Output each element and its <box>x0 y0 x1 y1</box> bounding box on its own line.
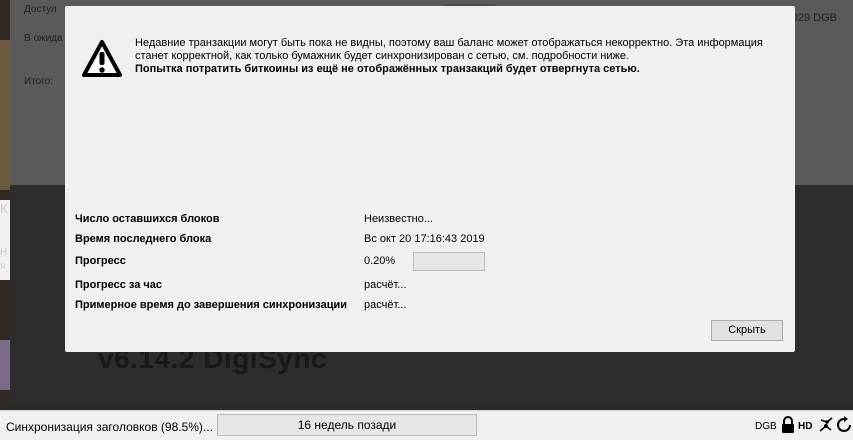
row-label: Прогресс за час <box>75 279 163 291</box>
row-value: расчёт... <box>364 299 407 311</box>
sync-icon <box>837 416 851 432</box>
progress-row: Прогресс 0.20% <box>75 252 495 272</box>
side-letter-2: Ня <box>0 247 8 272</box>
estimated-time-row: Примерное время до завершения синхрониза… <box>75 296 495 316</box>
row-label: Примерное время до завершения синхрониза… <box>75 299 347 311</box>
network-icon[interactable] <box>818 416 834 434</box>
row-label: Время последнего блока <box>75 233 212 245</box>
side-letter: К <box>0 201 8 216</box>
remaining-blocks-row: Число оставшихся блоков Неизвестно... <box>75 210 495 230</box>
row-value: расчёт... <box>364 279 407 291</box>
hd-icon: HD <box>798 421 813 432</box>
balance-amount: 029 DGB <box>791 12 837 24</box>
progress-bar <box>413 252 485 271</box>
lock-icon[interactable] <box>780 416 796 434</box>
unit-selector[interactable]: DGB <box>755 421 777 432</box>
row-value: Неизвестно... <box>364 213 433 225</box>
sync-overlay-dialog: Недавние транзакции могут быть пока не в… <box>65 6 795 352</box>
warning-message: Недавние транзакции могут быть пока не в… <box>135 37 775 76</box>
warning-text: Недавние транзакции могут быть пока не в… <box>135 37 763 62</box>
sync-status-label: Синхронизация заголовков (98.5%)... <box>6 420 213 434</box>
row-label: Число оставшихся блоков <box>75 213 220 225</box>
sync-progress-bar: 16 недель позади <box>217 414 477 436</box>
available-label: Достул <box>24 4 57 15</box>
pending-label: В ожида <box>24 33 63 44</box>
status-bar: Синхронизация заголовков (98.5%)... 16 н… <box>0 410 853 440</box>
row-label: Прогресс <box>75 255 126 267</box>
warning-icon <box>82 40 122 77</box>
progress-per-hour-row: Прогресс за час расчёт... <box>75 276 495 296</box>
row-value: Вс окт 20 17:16:43 2019 <box>364 233 485 245</box>
warning-bold-text: Попытка потратить биткоины из ещё не ото… <box>135 63 640 75</box>
row-value: 0.20% <box>364 255 396 267</box>
total-label: Итого: <box>24 76 53 87</box>
hide-button[interactable]: Скрыть <box>711 320 783 341</box>
last-block-time-row: Время последнего блока Вс окт 20 17:16:4… <box>75 230 495 250</box>
